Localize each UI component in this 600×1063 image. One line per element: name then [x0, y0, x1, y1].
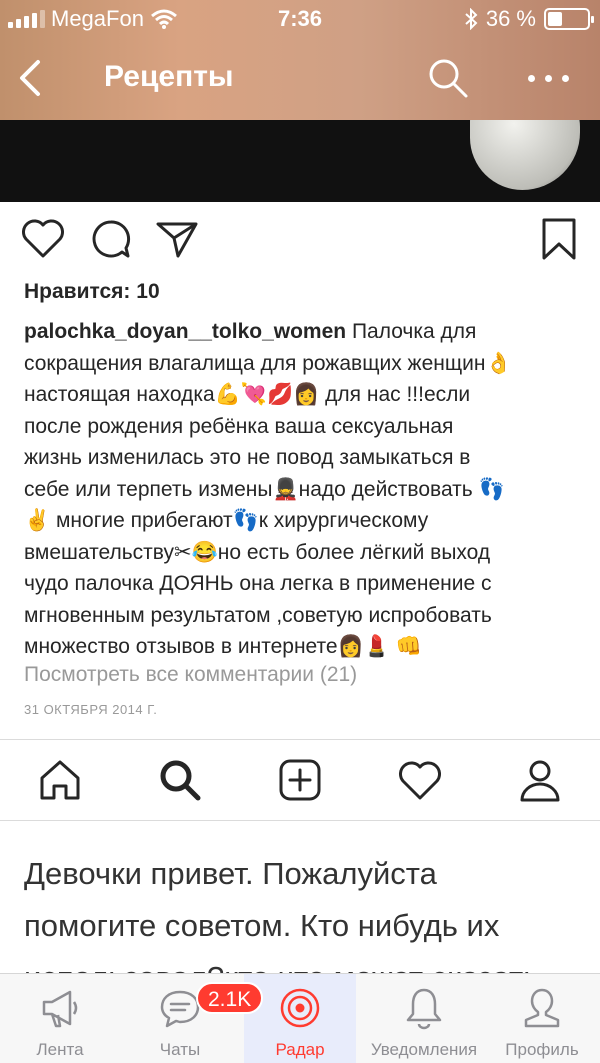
post-username[interactable]: palochka_doyan__tolko_women: [24, 320, 346, 343]
divider: [0, 820, 600, 821]
caption-line: чудо палочка ДОЯНЬ она легка в применени…: [24, 572, 492, 595]
tab-label: Лента: [36, 1040, 84, 1059]
tab-label: Уведомления: [370, 1040, 478, 1059]
dot-icon: [561, 74, 569, 82]
status-bar: MegaFon 7:36 36 %: [0, 0, 600, 40]
radar-icon: [280, 988, 320, 1028]
caption-line-1: palochka_doyan__tolko_women Палочка для: [24, 320, 477, 343]
battery-group: 36 %: [464, 6, 594, 32]
bell-icon: [406, 988, 442, 1030]
post-actions: [0, 208, 600, 272]
app-tab-bar: Лента Чаты Радар Уведомления Профиль: [0, 973, 600, 1063]
message-line: помогите советом. Кто нибудь их: [24, 908, 500, 943]
battery-percent: 36 %: [485, 6, 536, 31]
post-image-object: [470, 120, 580, 190]
post-image[interactable]: [0, 120, 600, 202]
chat-bubble-icon: [160, 990, 200, 1028]
more-options-button[interactable]: [516, 68, 580, 88]
dot-icon: [544, 74, 552, 82]
back-button[interactable]: [10, 56, 54, 100]
page-title: Рецепты: [104, 60, 234, 93]
comment-icon[interactable]: [88, 216, 134, 262]
caption-line: сокращения влагалища для рожавщих женщин…: [24, 351, 512, 375]
battery-fill: [548, 12, 562, 26]
battery-icon: [544, 8, 594, 30]
caption-line: жизнь изменилась это не повод замыкаться…: [24, 446, 471, 469]
message-line: Девочки привет. Пожалуйста: [24, 856, 437, 891]
megaphone-icon: [42, 990, 78, 1028]
caption-line: настоящая находка💪💘💋👩 для нас !!!если: [24, 383, 471, 406]
search-button[interactable]: [426, 56, 470, 100]
caption-line: вмешательству✂😂но есть более лёгкий выхо…: [24, 540, 491, 564]
instagram-nav-bar: [0, 740, 600, 820]
tab-notifications[interactable]: Уведомления: [364, 974, 484, 1063]
caption-line: мгновенным результатом ,советую испробов…: [24, 603, 492, 627]
tab-radar[interactable]: Радар: [244, 974, 356, 1063]
bookmark-icon[interactable]: [536, 216, 582, 262]
dot-icon: [527, 74, 535, 82]
tab-label: Радар: [275, 1040, 325, 1059]
tab-profile[interactable]: Профиль: [484, 974, 600, 1063]
caption-line: после рождения ребёнка ваша сексуальная: [24, 414, 454, 438]
share-send-icon[interactable]: [154, 216, 200, 262]
chats-unread-badge: 2.1K: [196, 982, 264, 1014]
caption-line: множество отзывов в интернете👩💄 👊: [24, 635, 422, 658]
search-explore-icon[interactable]: [156, 756, 204, 804]
caption-line: себе или терпеть измены💂надо действовать…: [24, 477, 505, 501]
caption-line: ✌ многие прибегают👣к хирургическому: [24, 509, 429, 532]
nav-bar: Рецепты: [0, 40, 600, 120]
view-all-comments-link[interactable]: Посмотреть все комментарии (21): [24, 663, 357, 687]
tab-label: Профиль: [505, 1040, 579, 1059]
add-post-icon[interactable]: [276, 756, 324, 804]
home-icon[interactable]: [36, 756, 84, 804]
post-caption: palochka_doyan__tolko_women Палочка для …: [24, 316, 580, 663]
profile-icon[interactable]: [516, 756, 564, 804]
profile-icon: [524, 988, 560, 1028]
tab-feed[interactable]: Лента: [0, 974, 120, 1063]
activity-heart-icon[interactable]: [396, 756, 444, 804]
post-date: 31 ОКТЯБРЯ 2014 Г.: [24, 702, 158, 717]
tab-label: Чаты: [159, 1040, 201, 1059]
likes-count[interactable]: Нравится: 10: [24, 280, 160, 304]
like-heart-icon[interactable]: [20, 216, 66, 262]
bluetooth-icon: [465, 8, 478, 30]
